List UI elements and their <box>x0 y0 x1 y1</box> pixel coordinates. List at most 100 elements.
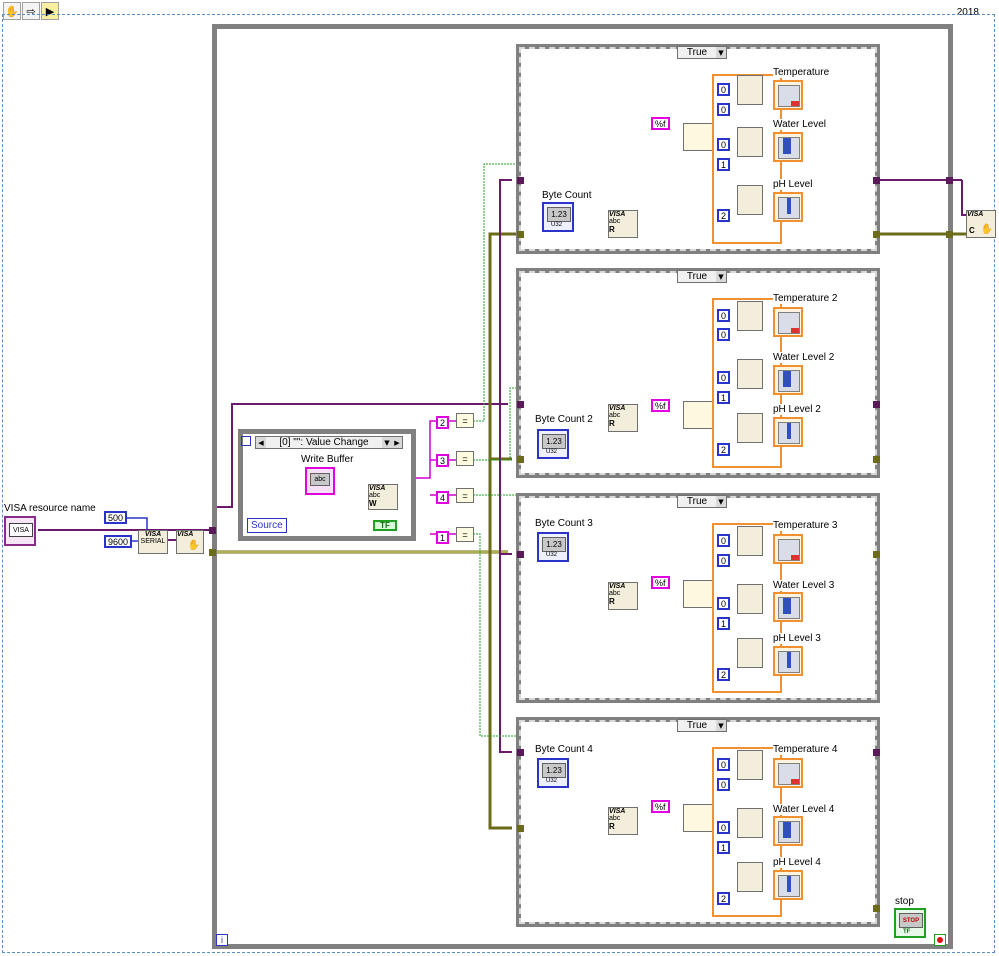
format-constant-3[interactable]: %f <box>651 576 670 589</box>
equal-node-2[interactable]: = <box>456 413 474 428</box>
case-tunnel <box>873 749 880 756</box>
index-array-node[interactable] <box>737 301 763 331</box>
baud-rate-constant[interactable]: 9600 <box>104 535 133 548</box>
event-dropdown-arrow[interactable]: ▼ <box>382 437 392 448</box>
index-constant[interactable]: 0 <box>717 328 731 341</box>
water-level-tank-3[interactable] <box>773 592 803 622</box>
compare-constant-4[interactable]: 4 <box>436 491 450 504</box>
visa-read-node-3[interactable]: VISA abc R <box>608 582 638 610</box>
case-selector-4[interactable]: True ▼ <box>677 719 727 732</box>
index-array-node[interactable] <box>737 862 763 892</box>
equal-node-3[interactable]: = <box>456 451 474 466</box>
index-constant[interactable]: 0 <box>717 138 731 151</box>
ph-level-slider-4[interactable] <box>773 870 803 900</box>
compare-constant-3[interactable]: 3 <box>436 454 450 467</box>
index-constant[interactable]: 0 <box>717 103 731 116</box>
format-constant-1[interactable]: %f <box>651 117 670 130</box>
index-array-node[interactable] <box>737 750 763 780</box>
visa-read-node-1[interactable]: VISA abc R <box>608 210 638 238</box>
stop-button[interactable]: STOP TF <box>894 908 926 938</box>
byte-count-label-1: Byte Count <box>542 190 592 201</box>
visa-write-node[interactable]: VISA abc W <box>368 484 398 510</box>
temperature-gauge-4[interactable] <box>773 758 803 788</box>
scan-string-node-2[interactable] <box>683 401 713 429</box>
equal-node-1[interactable]: = <box>456 527 474 542</box>
index-array-node[interactable] <box>737 808 763 838</box>
compare-constant-1[interactable]: 1 <box>436 531 450 544</box>
index-constant[interactable]: 0 <box>717 597 731 610</box>
index-constant[interactable]: 0 <box>717 534 731 547</box>
index-constant[interactable]: 0 <box>717 371 731 384</box>
temperature-gauge-1[interactable] <box>773 80 803 110</box>
index-constant[interactable]: 2 <box>717 892 731 905</box>
visa-close-node[interactable]: VISA C ✋ <box>966 210 996 238</box>
ph-level-slider-2[interactable] <box>773 417 803 447</box>
index-constant[interactable]: 2 <box>717 209 731 222</box>
index-constant[interactable]: 1 <box>717 617 731 630</box>
index-array-node[interactable] <box>737 75 763 105</box>
visa-clear-node[interactable]: VISA ✋ <box>176 530 204 554</box>
index-array-node[interactable] <box>737 127 763 157</box>
temperature-label-4: Temperature 4 <box>773 744 838 755</box>
ph-level-label-4: pH Level 4 <box>773 857 821 868</box>
hand-icon: ✋ <box>187 540 200 551</box>
source-event-data[interactable]: Source <box>247 518 287 533</box>
water-level-label-3: Water Level 3 <box>773 580 835 591</box>
write-buffer-control[interactable]: abc <box>305 467 335 495</box>
byte-count-indicator-1[interactable]: 1.23 U32 <box>542 202 574 232</box>
scan-string-node-1[interactable] <box>683 123 713 151</box>
case-selector-1[interactable]: True ▼ <box>677 46 727 59</box>
index-constant[interactable]: 0 <box>717 83 731 96</box>
index-constant[interactable]: 1 <box>717 158 731 171</box>
case-selector-2[interactable]: True ▼ <box>677 270 727 283</box>
index-constant[interactable]: 2 <box>717 443 731 456</box>
index-array-node[interactable] <box>737 584 763 614</box>
index-constant[interactable]: 0 <box>717 821 731 834</box>
visa-read-node-2[interactable]: VISA abc R <box>608 404 638 432</box>
chevron-down-icon[interactable]: ▼ <box>716 47 726 58</box>
byte-count-indicator-3[interactable]: 1.23 U32 <box>537 532 569 562</box>
index-constant[interactable]: 0 <box>717 778 731 791</box>
event-case-selector[interactable]: ◀ [0] "": Value Change ▼ ▶ <box>255 436 403 449</box>
visa-read-node-4[interactable]: VISA abc R <box>608 807 638 835</box>
format-constant-4[interactable]: %f <box>651 800 670 813</box>
index-array-node[interactable] <box>737 359 763 389</box>
ph-level-slider-1[interactable] <box>773 192 803 222</box>
case-selector-3[interactable]: True ▼ <box>677 495 727 508</box>
index-array-node[interactable] <box>737 413 763 443</box>
temperature-gauge-2[interactable] <box>773 307 803 337</box>
index-constant[interactable]: 1 <box>717 391 731 404</box>
byte-count-label-2: Byte Count 2 <box>535 414 593 425</box>
index-constant[interactable]: 0 <box>717 554 731 567</box>
index-array-node[interactable] <box>737 185 763 215</box>
event-prev-arrow[interactable]: ◀ <box>256 437 266 448</box>
byte-count-indicator-2[interactable]: 1.23 U32 <box>537 429 569 459</box>
temperature-gauge-3[interactable] <box>773 534 803 564</box>
chevron-down-icon[interactable]: ▼ <box>716 720 726 731</box>
event-next-arrow[interactable]: ▶ <box>392 437 402 448</box>
ph-level-slider-3[interactable] <box>773 646 803 676</box>
scan-string-node-4[interactable] <box>683 804 713 832</box>
byte-count-indicator-4[interactable]: 1.23 U32 <box>537 758 569 788</box>
index-array-node[interactable] <box>737 638 763 668</box>
water-level-tank-4[interactable] <box>773 816 803 846</box>
compare-constant-2[interactable]: 2 <box>436 416 450 429</box>
format-constant-2[interactable]: %f <box>651 399 670 412</box>
index-constant[interactable]: 0 <box>717 758 731 771</box>
water-level-tank-1[interactable] <box>773 132 803 162</box>
loop-tunnel <box>209 549 216 556</box>
scan-string-node-3[interactable] <box>683 580 713 608</box>
byte-count-label-4: Byte Count 4 <box>535 744 593 755</box>
chevron-down-icon[interactable]: ▼ <box>716 496 726 507</box>
visa-configure-serial-node[interactable]: VISA SERIAL <box>138 530 168 554</box>
ph-level-label-3: pH Level 3 <box>773 633 821 644</box>
timeout-constant[interactable]: 500 <box>104 511 128 524</box>
chevron-down-icon[interactable]: ▼ <box>716 271 726 282</box>
index-constant[interactable]: 1 <box>717 841 731 854</box>
visa-resource-control[interactable]: VISA <box>4 516 36 546</box>
index-constant[interactable]: 0 <box>717 309 731 322</box>
index-constant[interactable]: 2 <box>717 668 731 681</box>
water-level-tank-2[interactable] <box>773 365 803 395</box>
equal-node-4[interactable]: = <box>456 488 474 503</box>
index-array-node[interactable] <box>737 526 763 556</box>
